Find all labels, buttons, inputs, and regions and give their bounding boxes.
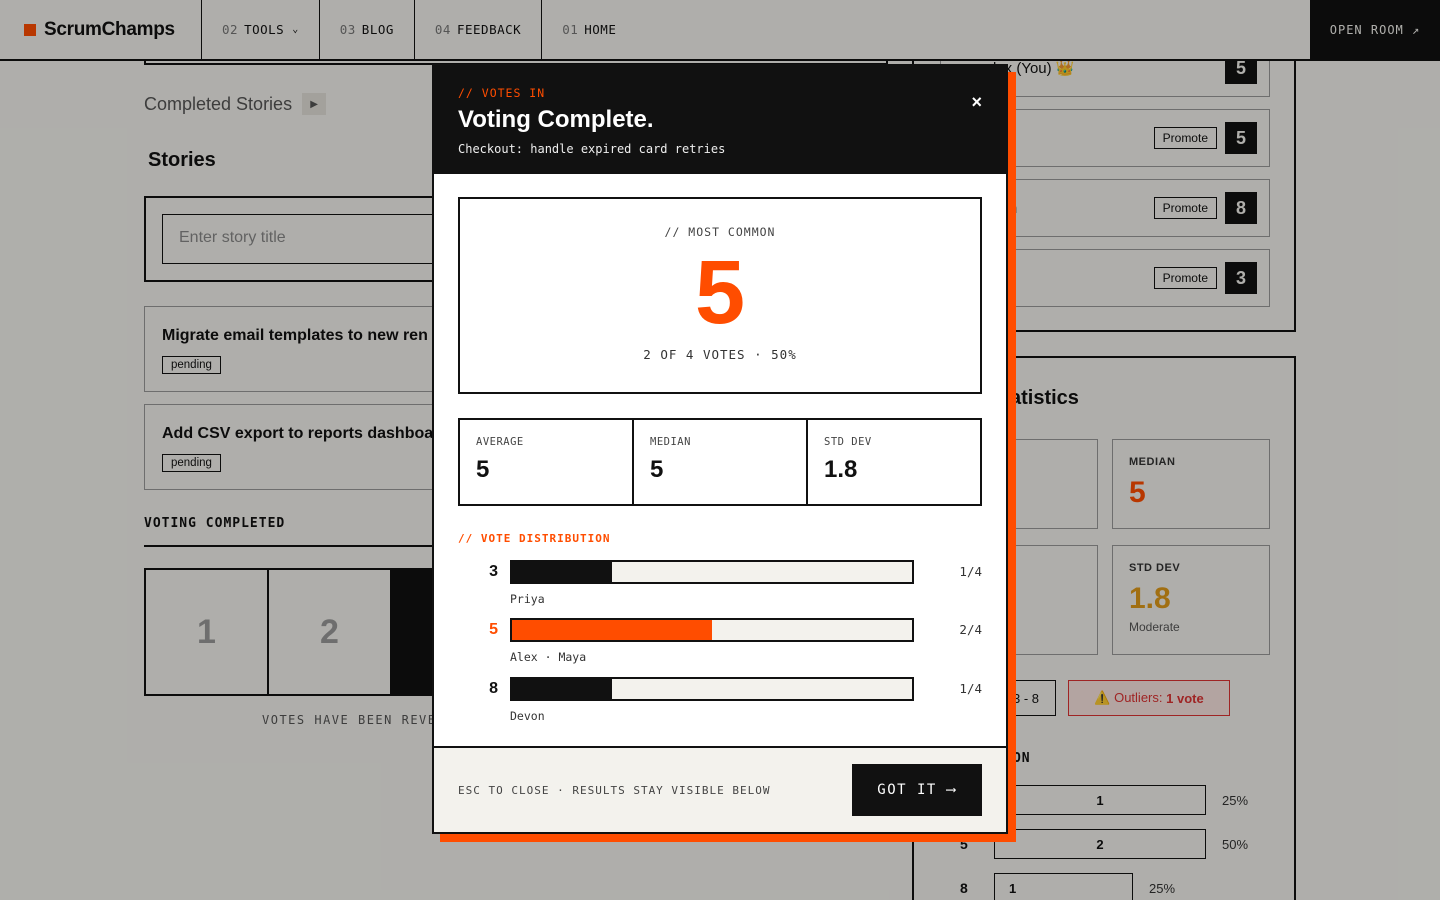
distribution-fraction: 2/4 [959, 622, 982, 637]
footer-hint: ESC TO CLOSE · RESULTS STAY VISIBLE BELO… [458, 783, 771, 797]
distribution-bar-track [510, 618, 914, 642]
distribution-bar-track [510, 677, 914, 701]
distribution-value: 8 [489, 680, 498, 697]
stat-value: 1.8 [824, 456, 858, 483]
stat-value: 5 [650, 456, 664, 483]
distribution-bar-fill [512, 620, 712, 640]
distribution-bar-fill [512, 679, 612, 699]
stat-median: MEDIAN 5 [634, 420, 808, 504]
stat-label: MEDIAN [650, 436, 691, 448]
stat-average: AVERAGE 5 [460, 420, 634, 504]
most-common-card: // MOST COMMON 5 2 OF 4 VOTES · 50% [458, 197, 982, 394]
modal-header: // VOTES IN Voting Complete. Checkout: h… [434, 66, 1006, 174]
most-common-summary: 2 OF 4 VOTES · 50% [643, 347, 797, 362]
modal-kicker: // VOTES IN [458, 86, 546, 100]
modal-footer: ESC TO CLOSE · RESULTS STAY VISIBLE BELO… [434, 746, 1006, 832]
close-icon[interactable]: × [971, 92, 982, 113]
stat-label: STD DEV [824, 436, 872, 448]
distribution-bar-fill [512, 562, 612, 582]
got-it-button[interactable]: GOT IT ⟶ [852, 764, 982, 816]
distribution-value: 5 [489, 621, 498, 638]
vote-distribution-label: // VOTE DISTRIBUTION [458, 532, 611, 545]
distribution-row: 8 1/4 Devon [458, 677, 982, 733]
modal-title: Voting Complete. [458, 106, 654, 133]
distribution-voters: Devon [510, 709, 545, 723]
stats-strip: AVERAGE 5 MEDIAN 5 STD DEV 1.8 [458, 418, 982, 506]
modal-subtitle: Checkout: handle expired card retries [458, 142, 726, 156]
distribution-voters: Priya [510, 592, 545, 606]
distribution-voters: Alex · Maya [510, 650, 587, 664]
voting-complete-modal: // VOTES IN Voting Complete. Checkout: h… [432, 64, 1008, 834]
most-common-label: // MOST COMMON [664, 225, 776, 239]
stat-std-dev: STD DEV 1.8 [808, 420, 980, 504]
distribution-fraction: 1/4 [959, 681, 982, 696]
distribution-value: 3 [489, 563, 498, 580]
distribution-row: 5 2/4 Alex · Maya [458, 618, 982, 674]
stat-label: AVERAGE [476, 436, 524, 448]
distribution-row: 3 1/4 Priya [458, 560, 982, 616]
most-common-value: 5 [694, 243, 746, 343]
stat-value: 5 [476, 456, 490, 483]
distribution-fraction: 1/4 [959, 564, 982, 579]
distribution-bar-track [510, 560, 914, 584]
